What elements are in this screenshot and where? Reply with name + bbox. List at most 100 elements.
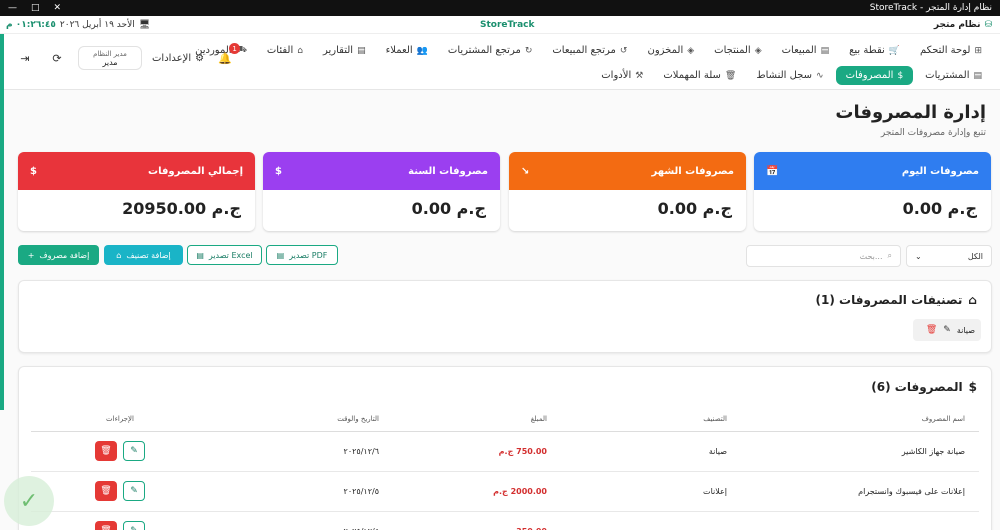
edit-icon[interactable]: ✎: [943, 325, 951, 335]
nav-purchases[interactable]: ▤ المشتريات: [917, 67, 990, 84]
box-icon: ◈: [754, 45, 762, 56]
nav-pos[interactable]: 🛒 نقطة بيع: [841, 42, 908, 59]
add-category-button[interactable]: ⌂ إضافة تصنيف: [104, 245, 183, 265]
nav-expenses[interactable]: $ المصروفات: [835, 66, 914, 85]
expense-name: [727, 511, 979, 530]
logout-icon: ⇥: [20, 51, 30, 65]
refresh-icon: ⟳: [52, 51, 62, 65]
row-actions: ✎🗑: [31, 511, 209, 530]
stat-header: مصروفات الشهر ↘: [509, 152, 746, 190]
expense-date: ٢٠٢٥/١٢/٦: [209, 431, 379, 472]
category-name: صيانة: [956, 325, 975, 335]
nav-sales-returns[interactable]: ↺ مرتجع المبيعات: [544, 42, 635, 59]
stat-card-month: مصروفات الشهر ↘ 0.00 ج.م: [509, 152, 746, 231]
tag-icon: ⌂: [116, 250, 122, 260]
calendar-icon: 📅: [766, 165, 779, 177]
stat-value: 0.00 ج.م: [902, 199, 977, 218]
logout-button[interactable]: ⇥: [14, 47, 36, 69]
col-category: التصنيف: [547, 407, 727, 432]
row-actions: ✎🗑: [31, 431, 209, 472]
add-expense-button[interactable]: + إضافة مصروف: [18, 245, 99, 265]
stat-header: مصروفات السنة $: [263, 152, 500, 190]
close-button[interactable]: ✕: [54, 3, 62, 13]
export-pdf-button[interactable]: ▤ تصدير PDF: [266, 245, 338, 265]
document-icon: ▤: [820, 45, 830, 56]
nav-purchase-returns[interactable]: ↻ مرتجع المشتريات: [440, 42, 540, 59]
row-actions: ✎🗑: [31, 471, 209, 512]
dashboard-icon: ⊞: [974, 45, 982, 56]
user-menu[interactable]: مدير النظام مدير: [78, 46, 142, 70]
nav-label: الفئات: [266, 45, 294, 56]
nav-activity-log[interactable]: ∿ سجل النشاط: [748, 67, 831, 84]
store-name: نظام متجر ⛁: [934, 20, 992, 30]
nav-sales[interactable]: ▤ المبيعات: [774, 42, 837, 59]
nav-categories[interactable]: ⌂ الفئات: [259, 42, 311, 59]
nav-label: مرتجع المبيعات: [552, 45, 616, 56]
nav-label: الأدوات: [601, 70, 632, 81]
nav-utilities: ⇥ ⟳ مدير النظام مدير الإعدادات ⚙ 🔔 1: [14, 43, 241, 70]
edit-button[interactable]: ✎: [123, 441, 145, 461]
notifications-button[interactable]: 🔔 1: [214, 43, 241, 69]
search-icon: ⌕: [887, 251, 892, 260]
nav-tools[interactable]: ⚒ الأدوات: [593, 67, 651, 84]
nav-products[interactable]: ◈ المنتجات: [706, 42, 769, 59]
categories-panel: ⌂ تصنيفات المصروفات (1) صيانة ✎ 🗑: [18, 280, 992, 353]
nav-dashboard[interactable]: ⊞ لوحة التحكم: [912, 42, 990, 59]
categories-title-text: تصنيفات المصروفات (1): [815, 293, 963, 307]
search-input[interactable]: بحث... ⌕: [746, 245, 901, 267]
current-date: الأحد ١٩ أبريل ٢٠٢٦: [59, 19, 135, 30]
report-icon: ▤: [357, 45, 366, 56]
minimize-button[interactable]: —: [8, 3, 17, 13]
categories-title: ⌂ تصنيفات المصروفات (1): [816, 293, 977, 307]
expenses-title-text: المصروفات (6): [871, 380, 963, 394]
export-excel-button[interactable]: ▤ تصدير Excel: [187, 245, 262, 265]
document-icon: ▤: [973, 70, 982, 81]
expense-name: إعلانات على فيسبوك وانستجرام: [727, 471, 979, 512]
dollar-icon: $: [30, 165, 37, 177]
users-icon: 👥: [416, 45, 428, 56]
expenses-panel: $ المصروفات (6) اسم المصروف التصنيف المب…: [18, 366, 992, 530]
export-excel-label: تصدير Excel: [208, 250, 253, 260]
nav-label: سجل النشاط: [756, 70, 813, 81]
info-bar: ٠١:٢٦:٤٥ م الأحد ١٩ أبريل ٢٠٢٦ 🖥 StoreTr…: [0, 16, 1000, 34]
stat-header: إجمالي المصروفات $: [18, 152, 255, 190]
brand-name: StoreTrack: [480, 19, 535, 30]
nav-label: المبيعات: [781, 45, 817, 56]
dollar-icon: $: [968, 380, 977, 394]
delete-button[interactable]: 🗑: [95, 521, 117, 530]
nav-label: نقطة بيع: [849, 45, 885, 56]
chevron-down-icon: ⌄: [915, 251, 922, 261]
delete-button[interactable]: 🗑: [95, 481, 117, 501]
refresh-button[interactable]: ⟳: [46, 47, 68, 69]
nav-label: لوحة التحكم: [920, 45, 971, 56]
maximize-button[interactable]: □: [31, 3, 40, 13]
category-filter-select[interactable]: ⌄ الكل: [906, 245, 992, 267]
gear-icon: ⚙: [195, 52, 205, 64]
edit-button[interactable]: ✎: [123, 481, 145, 501]
datetime: ٠١:٢٦:٤٥ م الأحد ١٩ أبريل ٢٠٢٦ 🖥: [6, 20, 150, 30]
expense-date: ٢٠٢٥/١٢/٤: [209, 511, 379, 530]
stat-label: مصروفات السنة: [408, 165, 488, 177]
window-titlebar: — □ ✕ StoreTrack - نظام إدارة المتجر: [0, 0, 1000, 16]
add-expense-label: إضافة مصروف: [39, 250, 90, 260]
stat-card-year: مصروفات السنة $ 0.00 ج.م: [263, 152, 500, 231]
category-chip[interactable]: صيانة ✎ 🗑: [913, 319, 981, 341]
trash-icon[interactable]: 🗑: [926, 325, 937, 335]
nav-label: المصروفات: [845, 70, 894, 81]
nav-trash[interactable]: 🗑 سلة المهملات: [655, 67, 744, 84]
page-subtitle: تتبع وإدارة مصروفات المتجر: [880, 128, 986, 138]
settings-button[interactable]: الإعدادات ⚙: [152, 53, 204, 64]
nav-inventory[interactable]: ◈ المخزون: [639, 42, 702, 59]
nav-reports[interactable]: ▤ التقارير: [315, 42, 374, 59]
expense-date: ٢٠٢٥/١٢/٥: [209, 471, 379, 512]
watermark-logo: ✓: [4, 476, 54, 526]
edit-button[interactable]: ✎: [123, 521, 145, 530]
activity-icon: ∿: [816, 70, 824, 81]
monitor-icon: 🖥: [138, 19, 151, 30]
expenses-table: اسم المصروف التصنيف المبلغ التاريخ والوق…: [31, 407, 979, 530]
nav-label: سلة المهملات: [663, 70, 721, 81]
nav-customers[interactable]: 👥 العملاء: [378, 42, 436, 59]
nav-row-secondary: ▤ المشتريات $ المصروفات ∿ سجل النشاط 🗑 سلة ا…: [593, 66, 990, 85]
delete-button[interactable]: 🗑: [95, 441, 117, 461]
stat-header: مصروفات اليوم 📅: [754, 152, 991, 190]
